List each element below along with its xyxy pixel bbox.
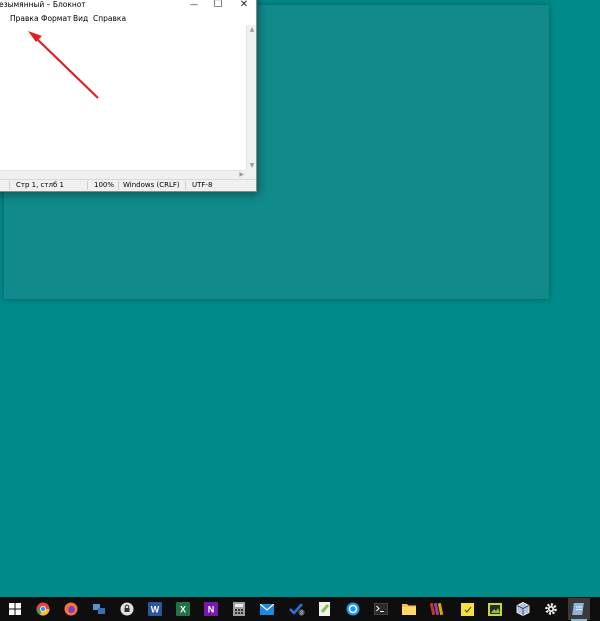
title-bar[interactable]: езымянный – Блокнот — ☐ ✕ bbox=[0, 0, 256, 13]
status-bar: Стр 1, стлб 1 100% Windows (CRLF) UTF-8 bbox=[0, 179, 256, 191]
status-separator bbox=[185, 181, 186, 190]
settings-circle-icon[interactable] bbox=[344, 600, 362, 618]
maximize-button[interactable]: ☐ bbox=[205, 0, 231, 12]
close-icon: ✕ bbox=[239, 0, 249, 10]
notepad-window[interactable]: езымянный – Блокнот — ☐ ✕ Правка Формат … bbox=[0, 0, 257, 192]
notepadpp-icon[interactable] bbox=[316, 600, 334, 618]
notepad-icon[interactable] bbox=[568, 598, 590, 620]
zoom-level: 100% bbox=[94, 181, 115, 189]
taskbar: W X N 3 bbox=[0, 597, 600, 621]
scrollbar-corner bbox=[246, 170, 256, 179]
svg-text:X: X bbox=[180, 605, 186, 615]
minimize-button[interactable]: — bbox=[181, 0, 207, 12]
status-separator bbox=[9, 181, 10, 190]
status-separator bbox=[87, 181, 88, 190]
menu-format[interactable]: Формат bbox=[41, 14, 71, 23]
lock-icon[interactable] bbox=[118, 600, 136, 618]
chrome-icon[interactable] bbox=[34, 600, 52, 618]
todo-badge: 3 bbox=[300, 611, 303, 616]
windows-start-icon[interactable] bbox=[6, 600, 24, 618]
file-explorer-icon[interactable] bbox=[400, 600, 418, 618]
close-button[interactable]: ✕ bbox=[231, 0, 257, 12]
onenote-icon[interactable]: N bbox=[202, 600, 220, 618]
calculator-icon[interactable] bbox=[230, 600, 248, 618]
encoding: UTF-8 bbox=[192, 181, 213, 189]
text-editor[interactable] bbox=[0, 25, 246, 170]
minimize-icon: — bbox=[190, 0, 198, 9]
menu-edit[interactable]: Правка bbox=[10, 14, 39, 23]
gear-icon[interactable] bbox=[542, 600, 560, 618]
todo-icon[interactable]: 3 bbox=[288, 600, 306, 618]
scroll-down-icon[interactable]: ▼ bbox=[247, 162, 257, 169]
maximize-icon: ☐ bbox=[213, 0, 223, 10]
mail-icon[interactable] bbox=[258, 600, 276, 618]
menu-help[interactable]: Справка bbox=[93, 14, 126, 23]
window-title: езымянный – Блокнот bbox=[0, 0, 86, 9]
image-viewer-icon[interactable] bbox=[486, 600, 504, 618]
menu-view[interactable]: Вид bbox=[73, 14, 88, 23]
sticky-notes-icon[interactable] bbox=[458, 600, 476, 618]
svg-text:N: N bbox=[208, 605, 215, 615]
excel-icon[interactable]: X bbox=[174, 600, 192, 618]
status-separator bbox=[118, 181, 119, 190]
word-icon[interactable]: W bbox=[146, 600, 164, 618]
cursor-position: Стр 1, стлб 1 bbox=[16, 181, 64, 189]
menu-bar: Правка Формат Вид Справка bbox=[0, 13, 256, 25]
scroll-up-icon[interactable]: ▲ bbox=[247, 26, 257, 33]
scroll-right-icon[interactable]: ▶ bbox=[239, 171, 244, 178]
terminal-icon[interactable] bbox=[372, 600, 390, 618]
vertical-scrollbar[interactable]: ▲ ▼ bbox=[246, 25, 256, 170]
winrar-icon[interactable] bbox=[428, 600, 446, 618]
virtualbox-icon[interactable] bbox=[514, 600, 532, 618]
network-icon[interactable] bbox=[90, 600, 108, 618]
svg-text:W: W bbox=[151, 605, 160, 615]
horizontal-scrollbar[interactable]: ▶ bbox=[0, 170, 246, 179]
line-ending: Windows (CRLF) bbox=[123, 181, 180, 189]
firefox-icon[interactable] bbox=[62, 600, 80, 618]
